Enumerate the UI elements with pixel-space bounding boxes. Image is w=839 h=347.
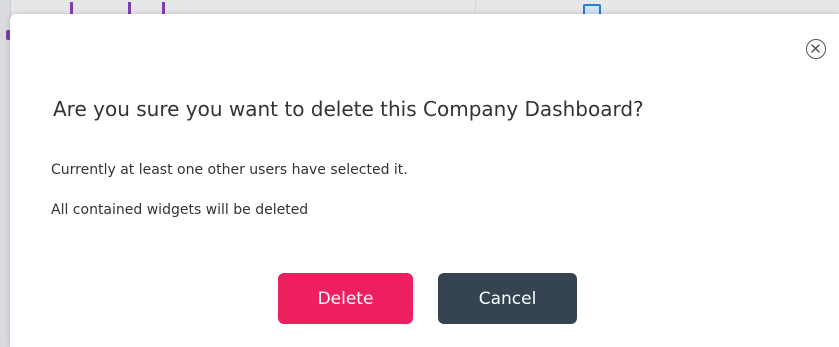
dialog-title: Are you sure you want to delete this Com…	[53, 97, 644, 121]
dialog-message-line: Currently at least one other users have …	[51, 162, 408, 178]
close-button[interactable]	[806, 39, 826, 59]
close-circle-icon	[811, 44, 820, 53]
dialog-message-line: All contained widgets will be deleted	[51, 202, 309, 218]
cancel-button[interactable]: Cancel	[438, 273, 577, 324]
delete-confirmation-dialog: Are you sure you want to delete this Com…	[10, 14, 839, 347]
delete-button[interactable]: Delete	[278, 273, 413, 324]
